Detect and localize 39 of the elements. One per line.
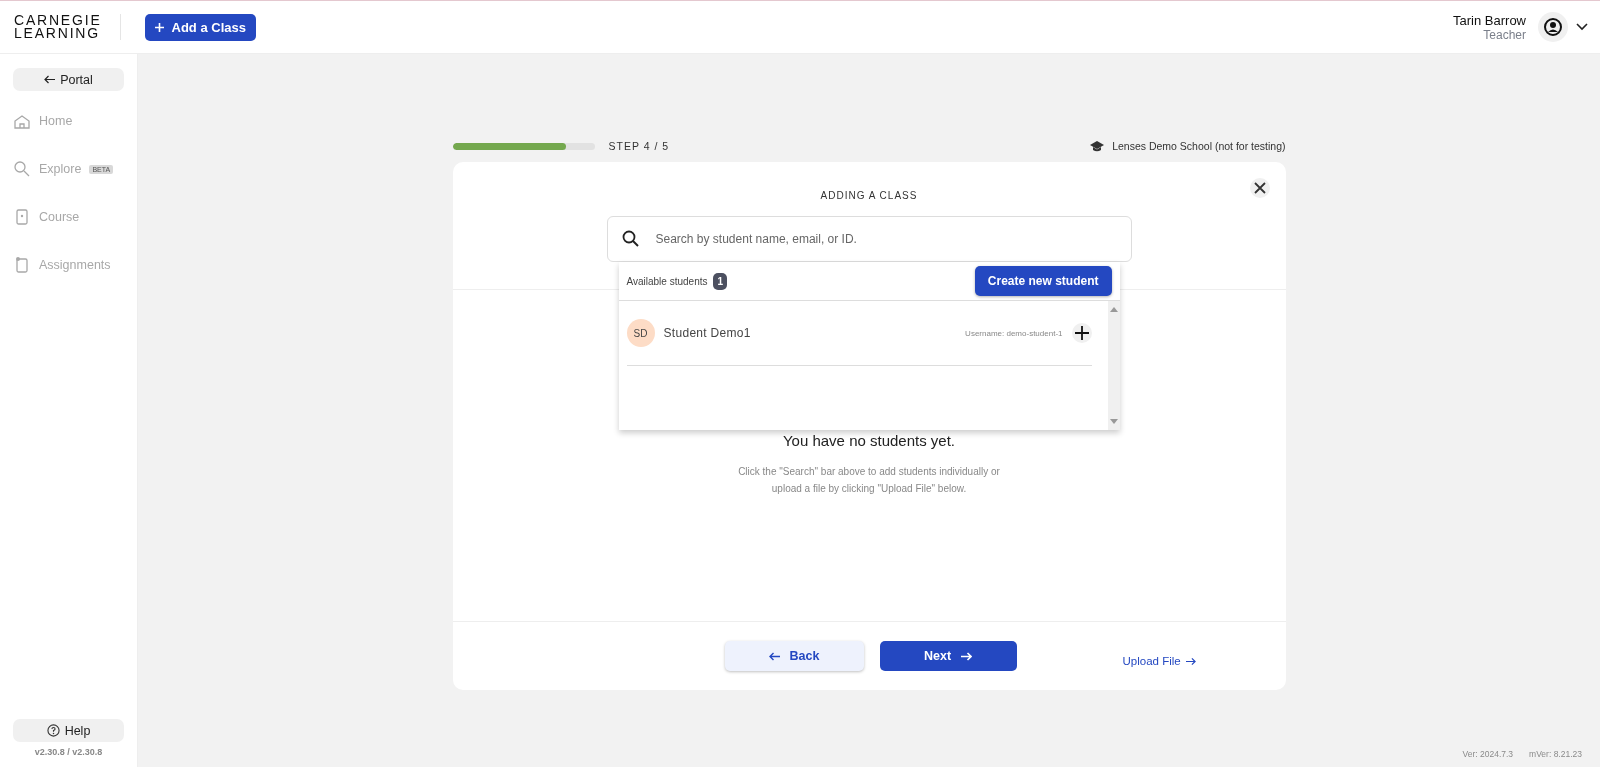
- back-button[interactable]: Back: [724, 641, 864, 671]
- arrow-right-icon: [961, 651, 973, 661]
- next-button[interactable]: Next: [879, 641, 1017, 671]
- card-title: ADDING A CLASS: [820, 190, 918, 201]
- add-class-button[interactable]: Add a Class: [144, 13, 256, 41]
- version-text: v2.30.8 / v2.30.8: [33, 747, 104, 757]
- student-username: Username: demo-student-1: [965, 328, 1063, 338]
- search-icon: [621, 230, 640, 248]
- create-student-button[interactable]: Create new student: [974, 266, 1112, 296]
- available-students-label: Available students: [626, 275, 708, 287]
- arrow-left-icon: [768, 651, 780, 661]
- search-field[interactable]: Search by student name, email, or ID.: [606, 216, 1132, 262]
- empty-title: You have no students yet.: [782, 432, 956, 449]
- add-student-button[interactable]: [1071, 323, 1092, 343]
- graduation-cap-icon: [1090, 140, 1105, 152]
- portal-button[interactable]: Portal: [13, 68, 124, 91]
- arrow-left-icon: [44, 75, 56, 84]
- count-badge: 1: [713, 272, 728, 290]
- school-name: Lenses Demo School (not for testing): [1112, 140, 1286, 152]
- clipboard-icon: [13, 256, 31, 274]
- close-button[interactable]: [1249, 178, 1270, 198]
- logo: CARNEGIE LEARNING: [14, 14, 102, 40]
- student-avatar: SD: [626, 319, 655, 347]
- student-name: Student Demo1: [663, 326, 751, 340]
- step-label: STEP 4 / 5: [608, 140, 670, 152]
- upload-file-link[interactable]: Upload File: [1122, 655, 1196, 667]
- book-icon: [13, 208, 31, 226]
- empty-description: Click the "Search" bar above to add students individually or upload a file by clicking "Upload File" below.: [737, 465, 1001, 496]
- search-icon: [13, 160, 31, 178]
- user-name: Tarin Barrow: [1453, 12, 1526, 28]
- plus-icon: [154, 22, 164, 32]
- help-button[interactable]: Help: [13, 719, 124, 742]
- user-avatar-icon[interactable]: [1538, 12, 1568, 42]
- mversion-text: mVer: 8.21.23: [1529, 749, 1582, 759]
- arrow-right-icon: [1185, 656, 1196, 666]
- version-text: Ver: 2024.7.3: [1462, 749, 1514, 759]
- help-icon: [46, 724, 60, 737]
- chevron-down-icon[interactable]: [1576, 23, 1588, 31]
- user-role: Teacher: [1483, 27, 1526, 42]
